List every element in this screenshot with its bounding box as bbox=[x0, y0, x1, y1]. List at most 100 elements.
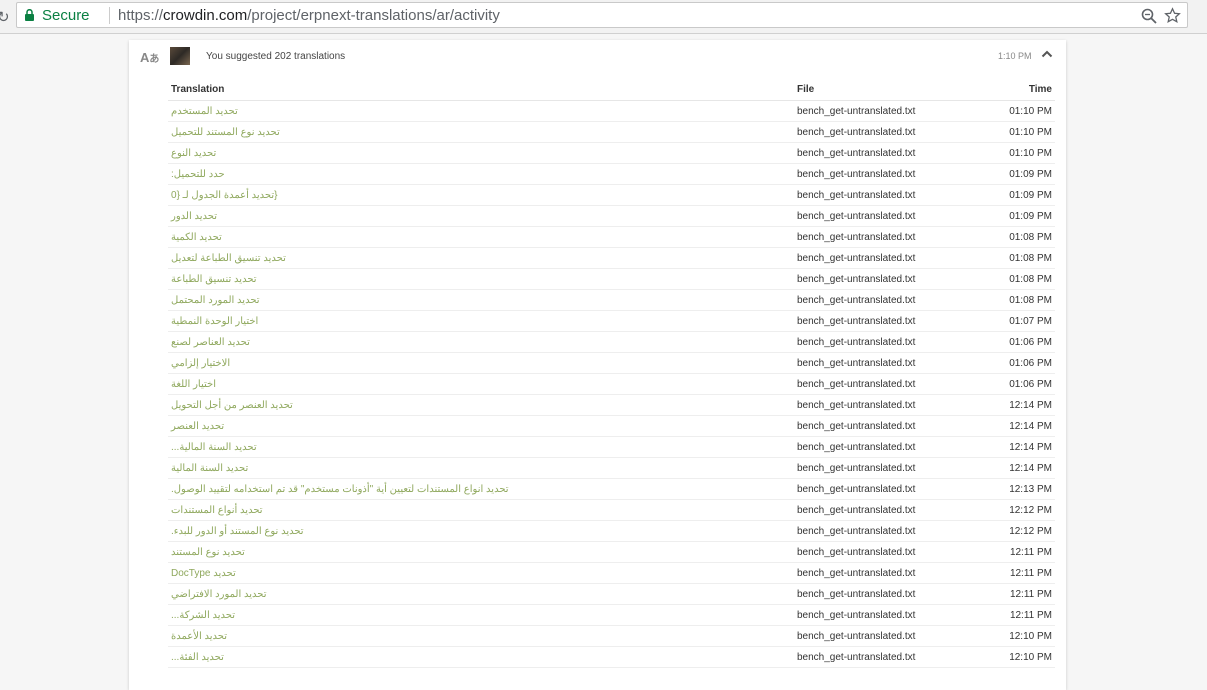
file-cell[interactable]: bench_get-untranslated.txt bbox=[794, 331, 960, 353]
translation-cell[interactable]: تحديد المستخدم bbox=[168, 100, 794, 122]
file-cell[interactable]: bench_get-untranslated.txt bbox=[794, 520, 960, 542]
translation-cell[interactable]: تحديد تنسيق الطباعة لتعديل bbox=[168, 247, 794, 269]
translation-cell[interactable]: تحديد انواع المستندات لتعيين أية "أذونات… bbox=[168, 478, 794, 500]
time-cell: 01:10 PM bbox=[960, 121, 1055, 143]
time-cell: 01:08 PM bbox=[960, 247, 1055, 269]
time-cell: 12:12 PM bbox=[960, 499, 1055, 521]
file-cell[interactable]: bench_get-untranslated.txt bbox=[794, 289, 960, 311]
file-cell[interactable]: bench_get-untranslated.txt bbox=[794, 394, 960, 416]
file-cell[interactable]: bench_get-untranslated.txt bbox=[794, 373, 960, 395]
translation-cell[interactable]: تحديد السنة المالية... bbox=[168, 436, 794, 458]
file-cell[interactable]: bench_get-untranslated.txt bbox=[794, 457, 960, 479]
table-row: تحديد الدور bench_get-untranslated.txt 01:… bbox=[168, 205, 1055, 227]
table-row: تحديد تنسيق الطباعة لتعديل bench_get-untr… bbox=[168, 247, 1055, 269]
translation-cell[interactable]: تحديد أنواع المستندات bbox=[168, 499, 794, 521]
time-cell: 01:06 PM bbox=[960, 352, 1055, 374]
time-cell: 01:08 PM bbox=[960, 226, 1055, 248]
table-row: تحديد المستخدم bench_get-untranslated.txt… bbox=[168, 100, 1055, 122]
secure-label[interactable]: Secure bbox=[42, 7, 90, 24]
url-text[interactable]: https://crowdin.com/project/erpnext-tran… bbox=[118, 7, 500, 24]
time-cell: 01:10 PM bbox=[960, 100, 1055, 122]
time-cell: 01:07 PM bbox=[960, 310, 1055, 332]
time-cell: 01:10 PM bbox=[960, 142, 1055, 164]
table-row: تحديد نوع المستند للتحميل bench_get-untra… bbox=[168, 121, 1055, 143]
table-row: تحديد انواع المستندات لتعيين أية "أذونات… bbox=[168, 478, 1055, 500]
table-row: تحديد أنواع المستندات bench_get-untransla… bbox=[168, 499, 1055, 521]
time-cell: 12:14 PM bbox=[960, 436, 1055, 458]
translation-cell[interactable]: تحديد العناصر لصنع bbox=[168, 331, 794, 353]
file-cell[interactable]: bench_get-untranslated.txt bbox=[794, 205, 960, 227]
translation-cell[interactable]: {تحديد أعمدة الجدول لـ {0 bbox=[168, 184, 794, 206]
file-cell[interactable]: bench_get-untranslated.txt bbox=[794, 142, 960, 164]
file-cell[interactable]: bench_get-untranslated.txt bbox=[794, 352, 960, 374]
translation-cell[interactable]: حدد للتحميل: bbox=[168, 163, 794, 185]
url-path: /project/erpnext-translations/ar/activit… bbox=[247, 7, 500, 24]
translation-cell[interactable]: اختيار الوحدة النمطية bbox=[168, 310, 794, 332]
translation-cell[interactable]: تحديد النوع bbox=[168, 142, 794, 164]
translation-cell[interactable]: تحديد السنة المالية bbox=[168, 457, 794, 479]
zoom-icon[interactable] bbox=[1141, 8, 1157, 24]
translation-cell[interactable]: تحديد المورد المحتمل bbox=[168, 289, 794, 311]
time-cell: 01:09 PM bbox=[960, 205, 1055, 227]
translation-cell[interactable]: تحديد تنسيق الطباعة bbox=[168, 268, 794, 290]
time-cell: 12:10 PM bbox=[960, 625, 1055, 647]
file-cell[interactable]: bench_get-untranslated.txt bbox=[794, 310, 960, 332]
file-cell[interactable]: bench_get-untranslated.txt bbox=[794, 415, 960, 437]
time-cell: 12:14 PM bbox=[960, 457, 1055, 479]
activity-time: 1:10 PM bbox=[998, 51, 1032, 61]
file-cell[interactable]: bench_get-untranslated.txt bbox=[794, 625, 960, 647]
translation-cell[interactable]: تحديد الشركة... bbox=[168, 604, 794, 626]
table-row: اختيار اللغة bench_get-untranslated.txt 01… bbox=[168, 373, 1055, 395]
file-cell[interactable]: bench_get-untranslated.txt bbox=[794, 184, 960, 206]
table-row: تحديد العنصر bench_get-untranslated.txt 12… bbox=[168, 415, 1055, 437]
table-row: تحديد الفئة... bench_get-untranslated.txt… bbox=[168, 646, 1055, 668]
file-cell[interactable]: bench_get-untranslated.txt bbox=[794, 121, 960, 143]
file-cell[interactable]: bench_get-untranslated.txt bbox=[794, 163, 960, 185]
activity-summary: You suggested 202 translations bbox=[206, 51, 346, 62]
bookmark-star-icon[interactable] bbox=[1164, 7, 1181, 24]
table-row: تحديد العناصر لصنع bench_get-untranslated… bbox=[168, 331, 1055, 353]
translation-cell[interactable]: تحديد نوع المستند أو الدور للبدء. bbox=[168, 520, 794, 542]
translation-cell[interactable]: تحديد العنصر من أجل التحويل bbox=[168, 394, 794, 416]
time-cell: 12:14 PM bbox=[960, 415, 1055, 437]
file-cell[interactable]: bench_get-untranslated.txt bbox=[794, 100, 960, 122]
table-row: اختيار الوحدة النمطية bench_get-untransla… bbox=[168, 310, 1055, 332]
column-header-time: Time bbox=[960, 79, 1055, 101]
file-cell[interactable]: bench_get-untranslated.txt bbox=[794, 247, 960, 269]
file-cell[interactable]: bench_get-untranslated.txt bbox=[794, 562, 960, 584]
translation-cell[interactable]: تحديد المورد الافتراضي bbox=[168, 583, 794, 605]
translation-cell[interactable]: تحديد الكمية bbox=[168, 226, 794, 248]
file-cell[interactable]: bench_get-untranslated.txt bbox=[794, 499, 960, 521]
time-cell: 12:11 PM bbox=[960, 604, 1055, 626]
table-body: تحديد المستخدم bench_get-untranslated.txt… bbox=[168, 100, 1055, 668]
translation-cell[interactable]: الاختيار إلزامي bbox=[168, 352, 794, 374]
translation-cell[interactable]: تحديد الفئة... bbox=[168, 646, 794, 668]
translations-table: Translation File Time تحديد المستخدم benc… bbox=[168, 79, 1055, 668]
file-cell[interactable]: bench_get-untranslated.txt bbox=[794, 604, 960, 626]
file-cell[interactable]: bench_get-untranslated.txt bbox=[794, 541, 960, 563]
table-row: تحديد الشركة... bench_get-untranslated.tx… bbox=[168, 604, 1055, 626]
column-header-translation: Translation bbox=[168, 79, 794, 101]
translation-cell[interactable]: تحديد الدور bbox=[168, 205, 794, 227]
translation-cell[interactable]: اختيار اللغة bbox=[168, 373, 794, 395]
table-row: تحديد تنسيق الطباعة bench_get-untranslate… bbox=[168, 268, 1055, 290]
chevron-up-icon[interactable] bbox=[1041, 49, 1053, 59]
reload-icon[interactable]: ↻ bbox=[0, 8, 10, 26]
translation-cell[interactable]: تحديد نوع المستند bbox=[168, 541, 794, 563]
translation-cell[interactable]: تحديد نوع المستند للتحميل bbox=[168, 121, 794, 143]
table-row: حدد للتحميل: bench_get-untranslated.txt 01… bbox=[168, 163, 1055, 185]
translation-cell[interactable]: تحديد الأعمدة bbox=[168, 625, 794, 647]
file-cell[interactable]: bench_get-untranslated.txt bbox=[794, 226, 960, 248]
translation-cell[interactable]: تحديد العنصر bbox=[168, 415, 794, 437]
table-row: تحديد السنة المالية bench_get-untranslate… bbox=[168, 457, 1055, 479]
file-cell[interactable]: bench_get-untranslated.txt bbox=[794, 268, 960, 290]
time-cell: 01:06 PM bbox=[960, 331, 1055, 353]
file-cell[interactable]: bench_get-untranslated.txt bbox=[794, 646, 960, 668]
file-cell[interactable]: bench_get-untranslated.txt bbox=[794, 436, 960, 458]
activity-card: Aあ You suggested 202 translations 1:10 P… bbox=[129, 40, 1066, 690]
translation-cell[interactable]: تحديد DocType bbox=[168, 562, 794, 584]
address-bar[interactable]: Secure https://crowdin.com/project/erpne… bbox=[16, 2, 1188, 28]
file-cell[interactable]: bench_get-untranslated.txt bbox=[794, 583, 960, 605]
table-row: تحديد النوع bench_get-untranslated.txt 01:… bbox=[168, 142, 1055, 164]
file-cell[interactable]: bench_get-untranslated.txt bbox=[794, 478, 960, 500]
